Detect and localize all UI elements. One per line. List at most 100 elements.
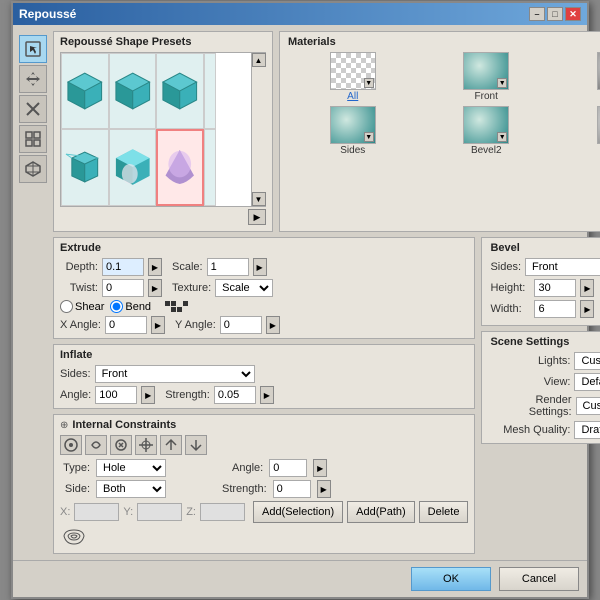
material-back[interactable]: ▼ Back (555, 106, 600, 156)
shear-radio-label[interactable]: Shear (60, 300, 104, 313)
add-selection-button[interactable]: Add(Selection) (253, 501, 343, 523)
bevel-title: Bevel (490, 242, 600, 254)
twist-spin[interactable]: ▶ (148, 279, 162, 297)
y-angle-spin[interactable]: ▶ (266, 316, 280, 334)
material-front-arrow[interactable]: ▼ (497, 78, 507, 88)
repousse-window: Repoussé – □ ✕ (11, 1, 589, 599)
constraints-collapse-icon[interactable]: ⊕ (60, 420, 68, 431)
con-tool-4[interactable] (135, 435, 157, 455)
lights-dropdown[interactable]: Custom (574, 352, 600, 370)
inflate-strength-input[interactable] (214, 386, 256, 404)
inflate-angle-input[interactable] (95, 386, 137, 404)
inflate-strength-label: Strength: (165, 389, 210, 401)
x-angle-input[interactable] (105, 316, 147, 334)
render-dropdown[interactable]: Custom (576, 397, 600, 415)
toolbar-icon-move[interactable] (19, 65, 47, 93)
mesh-dropdown[interactable]: Draft (574, 421, 600, 439)
materials-title: Materials (288, 36, 600, 48)
maximize-button[interactable]: □ (547, 7, 563, 21)
cancel-button[interactable]: Cancel (499, 567, 579, 591)
width-label: Width: (490, 303, 530, 315)
scale-label: Scale: (172, 261, 203, 273)
y-angle-input[interactable] (220, 316, 262, 334)
preset-item-3[interactable] (156, 53, 204, 129)
side-dropdown[interactable]: Both (96, 480, 166, 498)
presets-scroll-down[interactable]: ▼ (252, 192, 266, 206)
add-path-button[interactable]: Add(Path) (347, 501, 415, 523)
twist-label: Twist: (60, 282, 98, 294)
inflate-strength-spin[interactable]: ▶ (260, 386, 274, 404)
toolbar-icon-cross[interactable] (19, 95, 47, 123)
depth-spin[interactable]: ▶ (148, 258, 162, 276)
side-label: Side: (60, 483, 90, 495)
right-column: Bevel Sides: Front Contour: (481, 237, 600, 554)
material-sides[interactable]: ▼ Sides (288, 106, 417, 156)
material-sides-arrow[interactable]: ▼ (364, 132, 374, 142)
inflate-angle-label: Angle: (60, 389, 91, 401)
material-bevel2[interactable]: ▼ Bevel2 (421, 106, 550, 156)
type-dropdown[interactable]: Hole (96, 459, 166, 477)
material-bevel1[interactable]: ▼ Bevel1 (555, 52, 600, 102)
bend-radio-label[interactable]: Bend (110, 300, 151, 313)
material-all[interactable]: ▼ All (288, 52, 417, 102)
bevel-sides-label: Sides: (490, 261, 521, 273)
height-spin[interactable]: ▶ (580, 279, 594, 297)
material-front[interactable]: ▼ Front (421, 52, 550, 102)
con-strength-input[interactable] (273, 480, 311, 498)
width-spin[interactable]: ▶ (580, 300, 594, 318)
con-tool-2[interactable] (85, 435, 107, 455)
con-angle-spin[interactable]: ▶ (313, 459, 327, 477)
toolbar-icon-3d[interactable] (19, 155, 47, 183)
preset-item-6[interactable] (109, 129, 157, 207)
height-input[interactable] (534, 279, 576, 297)
preset-item-1[interactable] (61, 53, 109, 129)
x-angle-spin[interactable]: ▶ (151, 316, 165, 334)
con-tool-6[interactable] (185, 435, 207, 455)
presets-scroll-up[interactable]: ▲ (252, 53, 266, 67)
y-angle-label: Y Angle: (175, 319, 216, 331)
title-bar: Repoussé – □ ✕ (13, 3, 587, 25)
x-input[interactable] (74, 503, 119, 521)
width-input[interactable] (534, 300, 576, 318)
minimize-button[interactable]: – (529, 7, 545, 21)
presets-arrow-btn[interactable]: ▶ (248, 209, 266, 225)
inflate-angle-spin[interactable]: ▶ (141, 386, 155, 404)
con-strength-spin[interactable]: ▶ (317, 480, 331, 498)
con-tool-5[interactable] (160, 435, 182, 455)
close-button[interactable]: ✕ (565, 7, 581, 21)
ok-button[interactable]: OK (411, 567, 491, 591)
shear-label: Shear (75, 301, 104, 313)
bevel-sides-dropdown[interactable]: Front (525, 258, 600, 276)
constraints-section: ⊕ Internal Constraints (53, 414, 475, 554)
z-input[interactable] (200, 503, 245, 521)
toolbar-icon-grid[interactable] (19, 125, 47, 153)
y-input[interactable] (137, 503, 182, 521)
texture-dropdown[interactable]: Scale (215, 279, 273, 297)
scale-input[interactable] (207, 258, 249, 276)
material-bevel2-arrow[interactable]: ▼ (497, 132, 507, 142)
preset-item-7[interactable] (156, 129, 204, 207)
twist-input[interactable] (102, 279, 144, 297)
material-bevel2-thumb: ▼ (463, 106, 509, 144)
material-sides-thumb: ▼ (330, 106, 376, 144)
inflate-sides-dropdown[interactable]: Front (95, 365, 255, 383)
preset-item-5[interactable] (61, 129, 109, 207)
toolbar-icon-selection[interactable] (19, 35, 47, 63)
con-tool-3[interactable] (110, 435, 132, 455)
material-all-arrow[interactable]: ▼ (364, 78, 374, 88)
material-all-thumb: ▼ (330, 52, 376, 90)
delete-button[interactable]: Delete (419, 501, 469, 523)
con-tool-1[interactable] (60, 435, 82, 455)
view-label: View: (490, 376, 570, 388)
view-dropdown[interactable]: Default (574, 373, 600, 391)
material-sides-label: Sides (340, 145, 365, 156)
preset-item-2[interactable] (109, 53, 157, 129)
depth-input[interactable] (102, 258, 144, 276)
shear-radio[interactable] (60, 300, 73, 313)
z-label: Z: (186, 506, 196, 518)
scale-spin[interactable]: ▶ (253, 258, 267, 276)
con-angle-input[interactable] (269, 459, 307, 477)
strength-label-right: Strength: (222, 483, 267, 495)
bend-radio[interactable] (110, 300, 123, 313)
presets-section: Repoussé Shape Presets (53, 31, 273, 232)
